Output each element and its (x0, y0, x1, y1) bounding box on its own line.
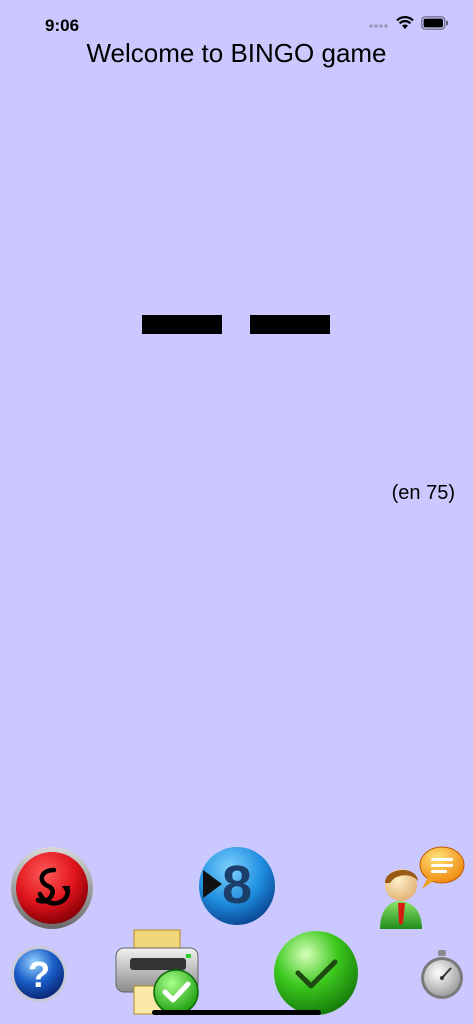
home-indicator (152, 1010, 321, 1015)
printer-icon (115, 929, 199, 1015)
print-button[interactable] (114, 928, 202, 1016)
signal-icon (369, 17, 389, 35)
user-chat-icon (380, 846, 465, 929)
number-digit-right (250, 315, 330, 334)
svg-text:?: ? (28, 954, 50, 995)
battery-icon (421, 16, 449, 35)
number-digit-left (142, 315, 222, 334)
help-icon: ? (11, 946, 67, 1002)
status-time: 9:06 (45, 16, 80, 35)
next-number-button[interactable]: 8 (198, 846, 276, 926)
next-number-digit: 8 (222, 855, 253, 915)
status-icons (369, 16, 449, 35)
stopwatch-icon (421, 950, 463, 999)
restart-icon (11, 847, 93, 929)
restart-button[interactable] (10, 846, 94, 930)
numbers-total-label: (en 75) (391, 482, 455, 504)
checkmark-icon (274, 931, 358, 1015)
chat-button[interactable] (376, 845, 466, 930)
help-button[interactable]: ? (10, 945, 68, 1003)
page-title: Welcome to BINGO game (86, 38, 387, 68)
confirm-button[interactable] (273, 930, 359, 1016)
wifi-icon (396, 16, 414, 35)
timer-button[interactable] (418, 950, 466, 1000)
